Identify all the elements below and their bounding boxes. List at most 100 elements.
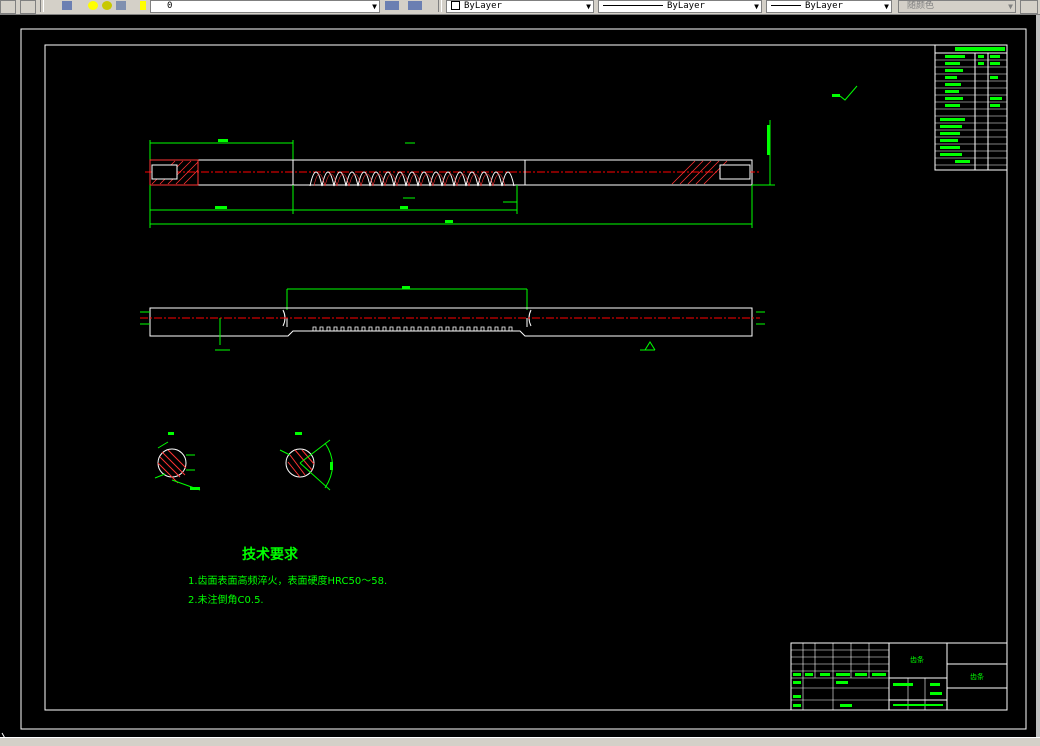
toolbar-scroll-button[interactable] xyxy=(1020,0,1038,14)
drawing-stroke xyxy=(154,473,166,479)
drawing-stroke xyxy=(990,97,1002,100)
drawing-stroke xyxy=(402,286,410,289)
toolbar-button-left[interactable] xyxy=(0,0,16,14)
drawing-stroke xyxy=(945,55,965,58)
vertical-scrollbar[interactable] xyxy=(1036,15,1040,737)
lightbulb-icon[interactable] xyxy=(88,1,98,10)
drawing-stroke xyxy=(930,692,942,695)
drawing-stroke xyxy=(945,69,963,72)
tech-requirement-1: 1.齿面表面高频淬火，表面硬度HRC50～58. xyxy=(188,576,388,587)
drawing-stroke xyxy=(893,683,913,686)
drawing-stroke xyxy=(940,132,960,135)
drawing-stroke xyxy=(855,673,867,676)
roughness-symbol xyxy=(839,85,858,101)
title-block-name: 齿条 xyxy=(910,656,924,664)
layer-value: 0 xyxy=(167,1,173,11)
lineweight-value: ByLayer xyxy=(805,1,843,11)
tech-requirements-title: 技术要求 xyxy=(242,547,298,563)
drawing-stroke xyxy=(215,206,227,209)
drawing-stroke xyxy=(793,681,801,684)
properties-toolbar: 0 ▼ ByLayer ▼ ByLayer ▼ ByLayer ▼ 随颜色 ▼ xyxy=(0,0,1040,15)
toolbar-separator xyxy=(438,0,442,12)
drawing-stroke xyxy=(945,104,960,107)
top-view xyxy=(140,286,765,351)
lineweight-dropdown[interactable]: ByLayer ▼ xyxy=(766,0,892,13)
lock-icon[interactable] xyxy=(116,1,126,10)
drawing-stroke xyxy=(930,683,940,686)
front-view xyxy=(145,120,775,228)
drawing-stroke xyxy=(945,83,961,86)
teeth-bottom xyxy=(312,326,513,331)
chevron-down-icon: ▼ xyxy=(884,2,889,11)
plotstyle-dropdown[interactable]: 随颜色 ▼ xyxy=(898,0,1016,13)
drawing-stroke xyxy=(840,704,852,707)
drawing-stroke xyxy=(168,432,174,435)
title-block-part: 齿条 xyxy=(970,673,984,681)
drawing-stroke xyxy=(955,47,1005,51)
drawing-stroke xyxy=(940,118,965,121)
drawing-stroke xyxy=(295,432,302,435)
layer-previous-icon[interactable] xyxy=(408,1,422,10)
drawing-stroke xyxy=(955,160,970,163)
plotstyle-value: 随颜色 xyxy=(907,1,935,11)
toolbar-separator xyxy=(40,0,44,12)
chevron-down-icon: ▼ xyxy=(1008,2,1013,11)
linetype-dropdown[interactable]: ByLayer ▼ xyxy=(598,0,762,13)
linetype-preview xyxy=(603,5,663,6)
color-dropdown[interactable]: ByLayer ▼ xyxy=(446,0,594,13)
right-bore xyxy=(719,164,751,180)
layer-dropdown[interactable]: 0 ▼ xyxy=(150,0,380,13)
sun-icon[interactable] xyxy=(102,1,112,10)
drawing-stroke xyxy=(940,146,960,149)
color-swatch-icon[interactable] xyxy=(140,1,146,10)
drawing-stroke xyxy=(832,94,840,97)
parameter-table xyxy=(934,44,1008,171)
drawing-stroke xyxy=(978,62,984,65)
drawing-stroke xyxy=(279,449,291,456)
drawing-stroke xyxy=(157,449,187,484)
drawing-stroke xyxy=(990,104,1000,107)
section-view-b xyxy=(279,432,333,491)
linetype-value: ByLayer xyxy=(667,1,705,11)
drawing-stroke xyxy=(330,462,333,470)
chevron-down-icon: ▼ xyxy=(372,2,377,11)
drawing-stroke xyxy=(836,681,848,684)
drawing-stroke xyxy=(644,341,656,351)
drawing-stroke xyxy=(767,125,770,155)
drawing-stroke xyxy=(400,206,408,209)
rack-outline-top xyxy=(149,307,753,337)
drawing-stroke xyxy=(990,55,1000,58)
drawing-stroke xyxy=(940,139,958,142)
drawing-canvas[interactable] xyxy=(0,15,1040,737)
lineweight-preview xyxy=(771,5,801,6)
sheet-inner-border xyxy=(44,44,1008,711)
drawing-stroke xyxy=(157,441,169,449)
drawing-stroke xyxy=(990,76,998,79)
drawing-stroke xyxy=(872,673,886,676)
sheet-outer-border xyxy=(20,28,1027,730)
drawing-stroke xyxy=(940,125,962,128)
drawing-stroke xyxy=(978,55,984,58)
chevron-down-icon: ▼ xyxy=(586,2,591,11)
color-square-icon xyxy=(451,1,460,10)
dimension-text-block xyxy=(218,139,228,142)
tech-requirement-2: 2.未注倒角C0.5. xyxy=(188,595,264,606)
drawing-stroke xyxy=(157,448,187,478)
make-current-layer-icon[interactable] xyxy=(385,1,399,10)
drawing-stroke xyxy=(445,220,453,223)
chevron-down-icon: ▼ xyxy=(754,2,759,11)
drawing-stroke xyxy=(793,673,801,676)
toolbar-button-layers[interactable] xyxy=(20,0,36,14)
drawing-stroke xyxy=(945,97,963,100)
color-value: ByLayer xyxy=(464,1,502,11)
drawing-stroke xyxy=(990,62,1000,65)
drawing-stroke xyxy=(945,62,960,65)
drawing-stroke xyxy=(836,673,850,676)
drawing-stroke xyxy=(945,90,959,93)
drawing-stroke xyxy=(893,704,943,706)
section-view-a xyxy=(154,432,201,491)
drawing-stroke xyxy=(935,59,1007,166)
drawing-stroke xyxy=(190,487,200,490)
drawing-stroke xyxy=(940,153,962,156)
layers-icon[interactable] xyxy=(62,1,72,10)
